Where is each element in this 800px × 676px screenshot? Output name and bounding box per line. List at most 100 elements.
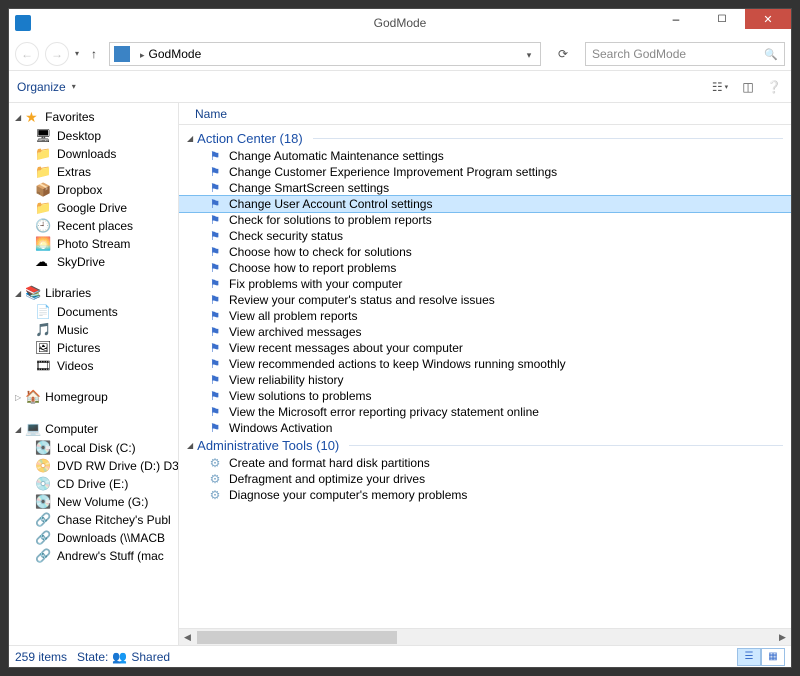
- horizontal-scrollbar[interactable]: [179, 628, 791, 645]
- sidebar-group-label: Computer: [45, 422, 98, 436]
- details-view-button[interactable]: ☰: [737, 648, 761, 666]
- sidebar-item[interactable]: 🎞Videos: [9, 357, 178, 375]
- sidebar-item[interactable]: 📁Extras: [9, 163, 178, 181]
- list-item[interactable]: Check security status: [179, 228, 791, 244]
- back-button[interactable]: [15, 42, 39, 66]
- chevron-right-icon[interactable]: [140, 47, 145, 61]
- sidebar-item[interactable]: 💽New Volume (G:): [9, 493, 178, 511]
- tool-icon: [207, 488, 223, 502]
- list-item[interactable]: Change SmartScreen settings: [179, 180, 791, 196]
- close-button[interactable]: [745, 9, 791, 29]
- list-item[interactable]: Choose how to report problems: [179, 260, 791, 276]
- sidebar-item-label: Downloads: [57, 147, 116, 161]
- preview-pane-button[interactable]: [737, 76, 759, 98]
- maximize-button[interactable]: [699, 9, 745, 29]
- sidebar-item[interactable]: 🕘Recent places: [9, 217, 178, 235]
- search-input[interactable]: Search GodMode: [585, 42, 785, 66]
- collapse-icon[interactable]: [15, 289, 21, 298]
- list-item[interactable]: Change Customer Experience Improvement P…: [179, 164, 791, 180]
- list-item[interactable]: Review your computer's status and resolv…: [179, 292, 791, 308]
- folder-icon: 💽: [35, 494, 51, 510]
- list-item[interactable]: Change User Account Control settings: [179, 196, 791, 212]
- collapse-icon[interactable]: [15, 425, 21, 434]
- breadcrumb[interactable]: GodMode: [149, 47, 202, 61]
- organize-menu[interactable]: Organize: [17, 80, 76, 94]
- file-list[interactable]: Action Center (18)Change Automatic Maint…: [179, 125, 791, 628]
- expand-icon[interactable]: [15, 393, 21, 402]
- sidebar-item[interactable]: 🌅Photo Stream: [9, 235, 178, 253]
- folder-icon: 📁: [35, 200, 51, 216]
- sidebar-group-header[interactable]: Computer: [9, 419, 178, 439]
- list-item-label: Change User Account Control settings: [229, 197, 432, 211]
- list-item[interactable]: Windows Activation: [179, 420, 791, 436]
- list-item-label: Change Automatic Maintenance settings: [229, 149, 444, 163]
- collapse-icon[interactable]: [187, 441, 193, 450]
- shared-icon: [112, 650, 127, 664]
- icons-view-button[interactable]: ▦: [761, 648, 785, 666]
- list-item[interactable]: View recent messages about your computer: [179, 340, 791, 356]
- views-button[interactable]: [709, 76, 731, 98]
- star-icon: [25, 109, 41, 125]
- list-item[interactable]: View all problem reports: [179, 308, 791, 324]
- address-dropdown-icon[interactable]: [522, 47, 536, 61]
- sidebar-item[interactable]: 📦Dropbox: [9, 181, 178, 199]
- folder-icon: 🔗: [35, 512, 51, 528]
- sidebar-item[interactable]: 📄Documents: [9, 303, 178, 321]
- address-bar[interactable]: GodMode: [109, 42, 541, 66]
- up-button[interactable]: [85, 47, 103, 61]
- sidebar-item[interactable]: 💽Local Disk (C:): [9, 439, 178, 457]
- forward-button[interactable]: [45, 42, 69, 66]
- list-item-label: View solutions to problems: [229, 389, 372, 403]
- sidebar-item[interactable]: 📁Google Drive: [9, 199, 178, 217]
- list-item[interactable]: Diagnose your computer's memory problems: [179, 487, 791, 503]
- list-item[interactable]: Choose how to check for solutions: [179, 244, 791, 260]
- minimize-button[interactable]: [653, 9, 699, 29]
- scroll-left-icon[interactable]: [179, 629, 196, 645]
- titlebar[interactable]: GodMode: [9, 9, 791, 37]
- list-item[interactable]: View archived messages: [179, 324, 791, 340]
- list-item[interactable]: Create and format hard disk partitions: [179, 455, 791, 471]
- sidebar-item-label: Videos: [57, 359, 93, 373]
- list-item[interactable]: Fix problems with your computer: [179, 276, 791, 292]
- column-header-name[interactable]: Name: [179, 103, 791, 125]
- sidebar-group-header[interactable]: Libraries: [9, 283, 178, 303]
- group-header[interactable]: Action Center (18): [179, 129, 791, 148]
- list-item[interactable]: View recommended actions to keep Windows…: [179, 356, 791, 372]
- help-button[interactable]: [765, 78, 783, 96]
- sidebar-item[interactable]: 📀DVD RW Drive (D:) D3: [9, 457, 178, 475]
- refresh-button[interactable]: [551, 42, 575, 66]
- list-item-label: Choose how to check for solutions: [229, 245, 412, 259]
- folder-icon: 🔗: [35, 530, 51, 546]
- group-header[interactable]: Administrative Tools (10): [179, 436, 791, 455]
- sidebar-item-label: Pictures: [57, 341, 100, 355]
- sidebar-item[interactable]: 💿CD Drive (E:): [9, 475, 178, 493]
- sidebar-item[interactable]: 🔗Chase Ritchey's Publ: [9, 511, 178, 529]
- list-item[interactable]: View solutions to problems: [179, 388, 791, 404]
- list-item[interactable]: Change Automatic Maintenance settings: [179, 148, 791, 164]
- list-item[interactable]: Defragment and optimize your drives: [179, 471, 791, 487]
- pc-icon: [25, 421, 41, 437]
- sidebar-group-header[interactable]: Favorites: [9, 107, 178, 127]
- sidebar-item[interactable]: ☁SkyDrive: [9, 253, 178, 271]
- scroll-right-icon[interactable]: [774, 629, 791, 645]
- scroll-thumb[interactable]: [197, 631, 397, 644]
- sidebar-item[interactable]: 🔗Andrew's Stuff (mac: [9, 547, 178, 565]
- sidebar-item[interactable]: 🎵Music: [9, 321, 178, 339]
- sidebar-group-header[interactable]: Homegroup: [9, 387, 178, 407]
- list-item-label: Create and format hard disk partitions: [229, 456, 430, 470]
- navigation-pane[interactable]: Favorites🖥Desktop📁Downloads📁Extras📦Dropb…: [9, 103, 179, 645]
- flag-icon: [207, 373, 223, 387]
- flag-icon: [207, 309, 223, 323]
- collapse-icon[interactable]: [15, 113, 21, 122]
- sidebar-item[interactable]: 🖼Pictures: [9, 339, 178, 357]
- list-item[interactable]: Check for solutions to problem reports: [179, 212, 791, 228]
- flag-icon: [207, 389, 223, 403]
- sidebar-item[interactable]: 🔗Downloads (\\MACB: [9, 529, 178, 547]
- list-item[interactable]: View reliability history: [179, 372, 791, 388]
- collapse-icon[interactable]: [187, 134, 193, 143]
- folder-icon: 💽: [35, 440, 51, 456]
- list-item[interactable]: View the Microsoft error reporting priva…: [179, 404, 791, 420]
- sidebar-item[interactable]: 🖥Desktop: [9, 127, 178, 145]
- sidebar-item[interactable]: 📁Downloads: [9, 145, 178, 163]
- history-dropdown-icon[interactable]: ▾: [75, 49, 79, 58]
